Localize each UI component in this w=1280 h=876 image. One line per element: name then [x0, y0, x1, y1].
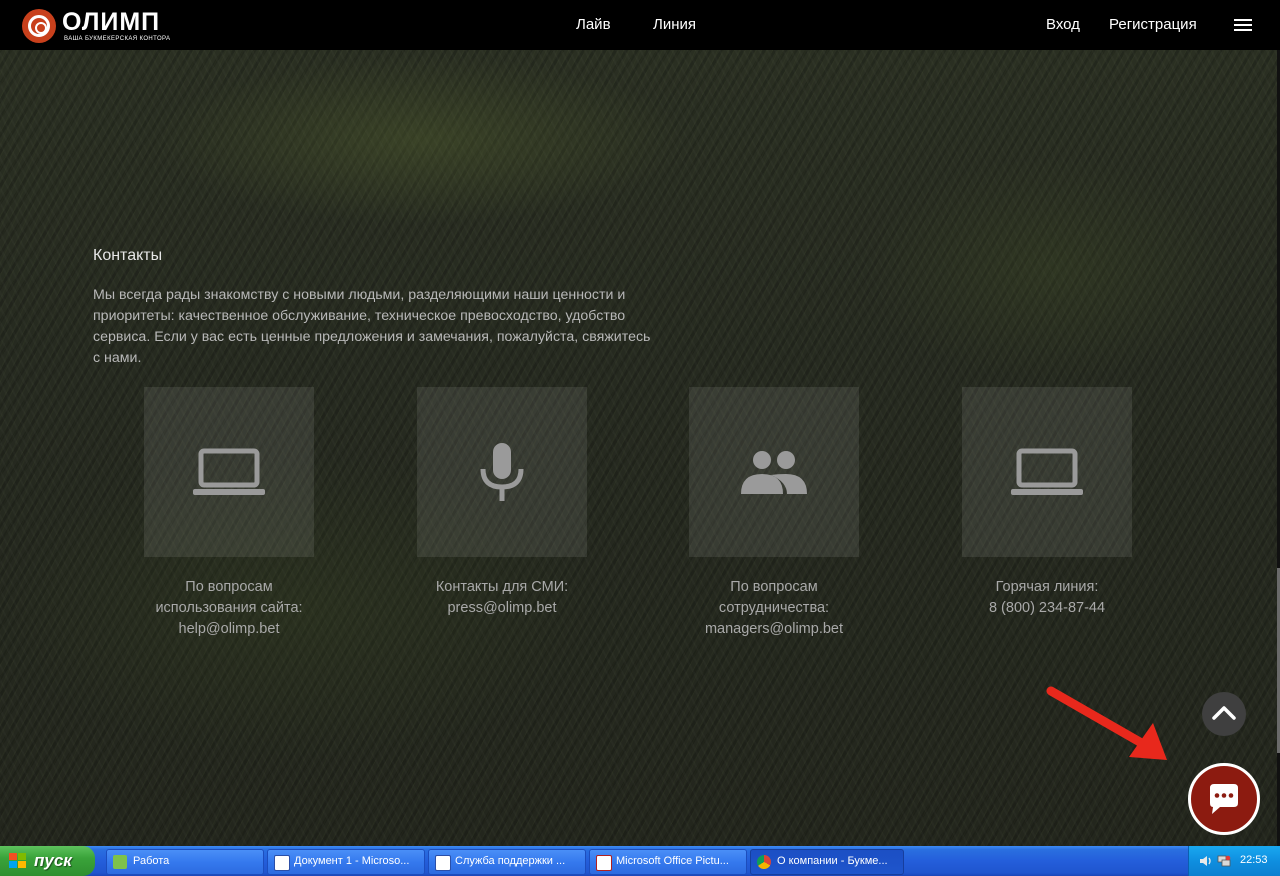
- caption-line: сотрудничества:: [718, 600, 830, 616]
- taskbar-clock[interactable]: 22:53: [1240, 853, 1268, 868]
- email-link[interactable]: managers@olimp.bet: [644, 619, 904, 640]
- nav-live[interactable]: Лайв: [576, 16, 611, 34]
- olimp-logo-icon: [22, 9, 56, 43]
- contact-card-hotline[interactable]: [962, 387, 1132, 557]
- caption-line: По вопросам: [730, 579, 818, 595]
- folder-icon: [113, 855, 127, 869]
- top-navbar: ОЛИМП ВАША БУКМЕКЕРСКАЯ КОНТОРА Лайв Лин…: [0, 0, 1280, 50]
- network-icon[interactable]: [1217, 854, 1231, 868]
- taskbar-item-label: Работа: [133, 855, 170, 867]
- register-link[interactable]: Регистрация: [1109, 16, 1197, 34]
- contact-card-site-help-caption: По вопросам использования сайта: help@ol…: [99, 577, 359, 640]
- scroll-to-top-button[interactable]: [1202, 692, 1246, 736]
- contact-card-media[interactable]: [417, 387, 587, 557]
- login-link[interactable]: Вход: [1046, 16, 1080, 34]
- logo-name: ОЛИМП: [62, 8, 161, 36]
- caption-line: По вопросам: [185, 579, 273, 595]
- email-link[interactable]: press@olimp.bet: [372, 598, 632, 619]
- taskbar-item-picture-manager[interactable]: Microsoft Office Pictu...: [589, 849, 747, 875]
- red-arrow-annotation: [1046, 686, 1167, 760]
- taskbar-item-work[interactable]: Работа: [106, 849, 264, 875]
- volume-icon[interactable]: [1199, 854, 1213, 868]
- caption-line: использования сайта:: [155, 600, 303, 616]
- taskbar-item-label: Microsoft Office Pictu...: [616, 855, 729, 867]
- taskbar-item-label: Документ 1 - Microso...: [294, 855, 410, 867]
- contact-card-media-caption: Контакты для СМИ: press@olimp.bet: [372, 577, 632, 619]
- start-button[interactable]: пуск: [0, 846, 95, 876]
- word-icon: [435, 855, 451, 871]
- contact-card-hotline-caption: Горячая линия: 8 (800) 234-87-44: [917, 577, 1177, 619]
- contacts-title: Контакты: [93, 247, 163, 264]
- windows-flag-icon: [9, 853, 26, 868]
- taskbar-item-label: Служба поддержки ...: [455, 855, 566, 867]
- taskbar-item-label: О компании - Букме...: [777, 855, 888, 867]
- contact-card-site-help[interactable]: [144, 387, 314, 557]
- chat-bubble-icon: [1210, 784, 1238, 814]
- people-icon: [741, 451, 807, 494]
- laptop-icon: [193, 448, 265, 495]
- caption-line: Контакты для СМИ:: [435, 579, 569, 595]
- word-icon: [274, 855, 290, 871]
- chevron-up-icon: [1212, 706, 1236, 720]
- taskbar-item-browser[interactable]: О компании - Букме...: [750, 849, 904, 875]
- system-tray: 22:53: [1188, 846, 1280, 876]
- main-content: Контакты Мы всегда рады знакомству с нов…: [0, 50, 1277, 846]
- picture-manager-icon: [596, 855, 612, 871]
- windows-taskbar: пуск Работа Документ 1 - Microso... Служ…: [0, 846, 1280, 876]
- logo-tagline: ВАША БУКМЕКЕРСКАЯ КОНТОРА: [64, 36, 171, 42]
- email-link[interactable]: help@olimp.bet: [99, 619, 359, 640]
- taskbar-item-document1[interactable]: Документ 1 - Microso...: [267, 849, 425, 875]
- microphone-icon: [480, 443, 524, 501]
- contacts-description: Мы всегда рады знакомству с новыми людьм…: [93, 287, 651, 366]
- laptop-icon: [1011, 448, 1083, 495]
- start-label: пуск: [34, 851, 72, 870]
- site-logo[interactable]: ОЛИМП ВАША БУКМЕКЕРСКАЯ КОНТОРА: [22, 8, 172, 44]
- chrome-icon: [757, 855, 771, 869]
- hamburger-icon[interactable]: [1234, 18, 1252, 32]
- caption-line: Горячая линия:: [995, 579, 1099, 595]
- nav-line[interactable]: Линия: [653, 16, 696, 34]
- taskbar-item-support[interactable]: Служба поддержки ...: [428, 849, 586, 875]
- contact-card-partnership[interactable]: [689, 387, 859, 557]
- contact-card-partnership-caption: По вопросам сотрудничества: managers@oli…: [644, 577, 904, 640]
- phone-link[interactable]: 8 (800) 234-87-44: [917, 598, 1177, 619]
- chat-button[interactable]: [1188, 763, 1260, 835]
